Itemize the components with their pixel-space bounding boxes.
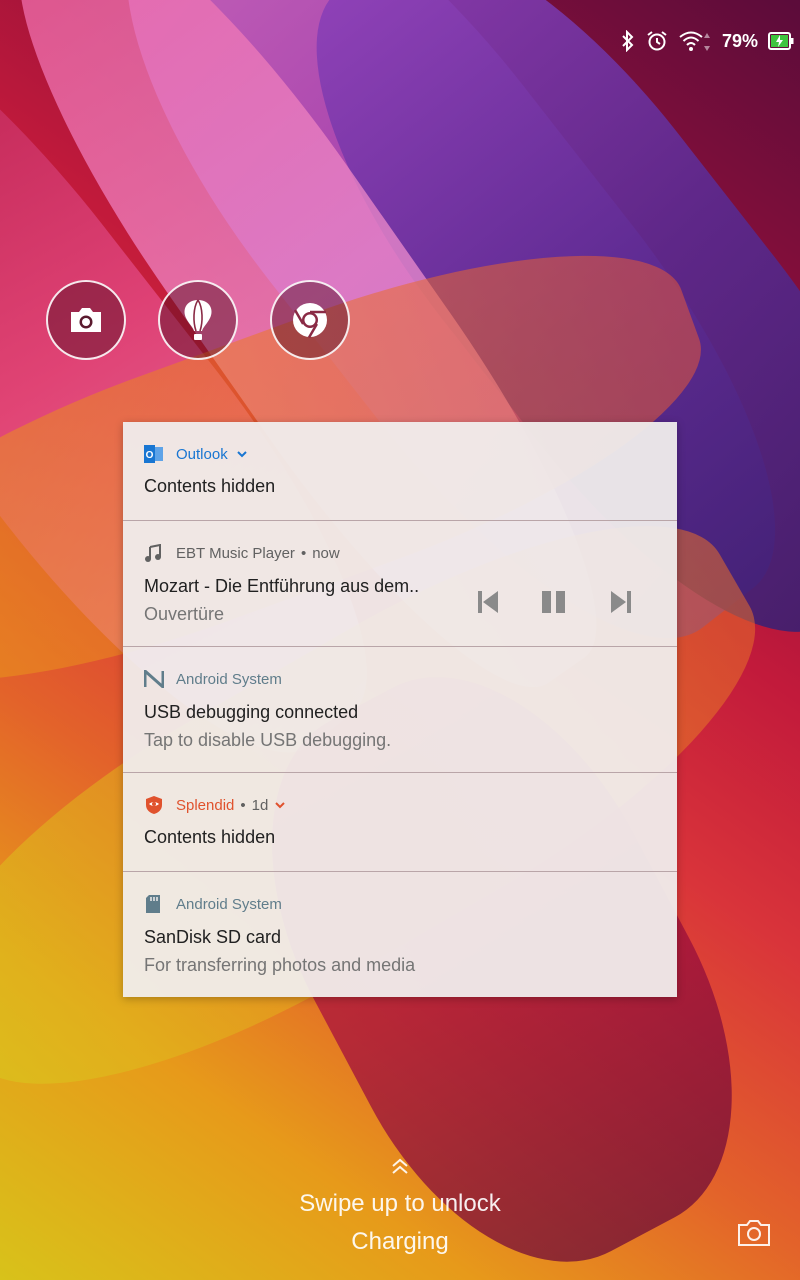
notification-text: Ouvertüre (144, 604, 225, 624)
notification-panel: O Outlook Contents hidden EBT Music Play… (123, 422, 677, 997)
balloon-shortcut[interactable] (158, 280, 238, 360)
bluetooth-icon (622, 30, 634, 52)
skip-previous-icon (478, 591, 498, 613)
notification-music-player[interactable]: EBT Music Player • now Mozart - Die Entf… (123, 521, 677, 647)
pause-icon (542, 591, 565, 613)
app-name: Android System (176, 670, 282, 688)
notification-title: Contents hidden (144, 476, 276, 496)
skip-next-icon (611, 591, 631, 613)
chrome-shortcut[interactable] (270, 280, 350, 360)
music-note-icon (144, 543, 166, 563)
notification-time: 1d (251, 796, 269, 814)
alarm-icon (647, 31, 667, 51)
sd-card-icon (144, 894, 166, 914)
battery-charging-icon (768, 32, 794, 50)
outlook-icon: O (144, 444, 166, 464)
notification-header: Splendid • 1d (144, 795, 288, 815)
status-bar: 79% (620, 28, 794, 54)
previous-button[interactable] (474, 587, 502, 617)
double-chevron-up-icon (392, 1158, 408, 1174)
pause-button[interactable] (540, 587, 568, 617)
app-name: Splendid (176, 796, 235, 814)
chevron-down-icon[interactable] (234, 448, 250, 460)
charging-status: Charging (351, 1228, 449, 1255)
chrome-icon (293, 303, 327, 339)
wifi-icon (679, 31, 710, 51)
notification-header: Android System (144, 669, 282, 689)
notification-time: now (312, 544, 340, 562)
chevron-down-icon[interactable] (272, 799, 288, 811)
app-name: Android System (176, 895, 282, 913)
notification-header: O Outlook (144, 444, 250, 464)
balloon-icon (184, 299, 212, 340)
camera-icon (71, 308, 101, 332)
notification-outlook[interactable]: O Outlook Contents hidden (123, 422, 677, 521)
notification-title: Contents hidden (144, 827, 276, 847)
svg-text:O: O (146, 450, 154, 461)
swipe-hint[interactable]: Swipe up to unlock (0, 1190, 800, 1218)
notification-text: For transferring photos and media (144, 955, 416, 975)
camera-shortcut[interactable] (46, 280, 126, 360)
notification-header: Android System (144, 894, 282, 914)
notification-sd-card[interactable]: Android System SanDisk SD card For trans… (123, 872, 677, 997)
notification-splendid[interactable]: Splendid • 1d Contents hidden (123, 773, 677, 872)
shield-icon (144, 795, 166, 815)
notification-header: EBT Music Player • now (144, 543, 340, 563)
battery-percent: 79% (721, 30, 758, 51)
next-button[interactable] (607, 587, 635, 617)
camera-icon[interactable] (736, 1218, 772, 1248)
app-name: EBT Music Player (176, 544, 295, 562)
notification-usb-debugging[interactable]: Android System USB debugging connected T… (123, 647, 677, 773)
notification-title: SanDisk SD card (144, 927, 282, 947)
notification-title: USB debugging connected (144, 702, 359, 722)
notification-text: Tap to disable USB debugging. (144, 730, 392, 750)
android-n-icon (144, 669, 166, 689)
notification-title: Mozart - Die Entführung aus dem.. (144, 576, 420, 596)
app-name: Outlook (176, 445, 228, 463)
